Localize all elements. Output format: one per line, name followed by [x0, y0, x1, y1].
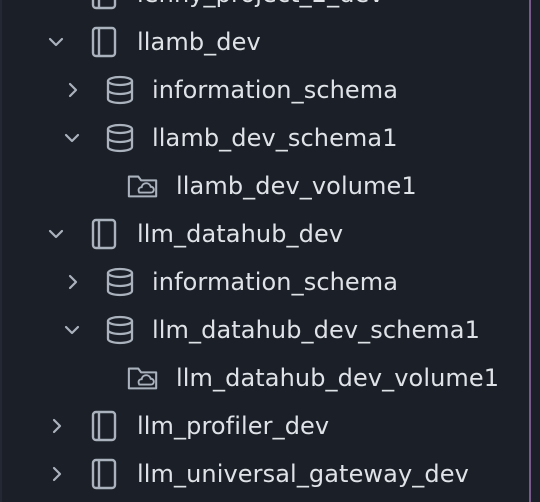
catalog-book-icon: [88, 458, 120, 490]
database-icon: [104, 74, 136, 106]
chevron-down-icon[interactable]: [46, 224, 66, 244]
catalog-book-icon: [88, 26, 120, 58]
tree-item-schema[interactable]: llamb_dev_schema1: [0, 114, 528, 162]
tree-item-schema[interactable]: information_schema: [0, 258, 528, 306]
catalog-book-icon: [88, 410, 120, 442]
catalog-book-icon: [88, 0, 120, 10]
tree-item-label: llm_datahub_dev: [137, 220, 344, 248]
chevron-right-icon[interactable]: [47, 416, 67, 436]
tree-item-label: llamb_dev_schema1: [152, 124, 398, 152]
tree-item-label: llamb_dev: [137, 28, 261, 56]
panel-right-border: [529, 0, 531, 502]
tree-item-label: information_schema: [152, 76, 399, 104]
chevron-down-icon[interactable]: [46, 32, 66, 52]
chevron-right-icon[interactable]: [63, 272, 83, 292]
tree-item-catalog[interactable]: llm_universal_gateway_dev: [0, 450, 528, 498]
tree-item-label: llamb_dev_volume1: [176, 172, 417, 200]
tree-item-label: llm_datahub_dev_schema1: [152, 316, 480, 344]
catalog-tree-panel: lenny_project_2_dev llamb_dev informatio…: [0, 0, 540, 502]
tree-item-label: llm_universal_gateway_dev: [137, 460, 469, 488]
tree-item-schema[interactable]: information_schema: [0, 66, 528, 114]
volume-folder-cloud-icon: [127, 362, 159, 394]
chevron-right-icon[interactable]: [63, 80, 83, 100]
tree-item-label: llm_profiler_dev: [137, 412, 330, 440]
volume-folder-cloud-icon: [127, 170, 159, 202]
chevron-down-icon[interactable]: [62, 128, 82, 148]
tree-item-label: lenny_project_2_dev: [137, 0, 384, 18]
database-icon: [104, 314, 136, 346]
catalog-book-icon: [88, 218, 120, 250]
chevron-down-icon[interactable]: [62, 320, 82, 340]
tree-item-catalog[interactable]: llm_datahub_dev: [0, 210, 528, 258]
tree-item-catalog[interactable]: llm_profiler_dev: [0, 402, 528, 450]
database-icon: [104, 122, 136, 154]
chevron-right-icon[interactable]: [47, 464, 67, 484]
tree-item-label: llm_datahub_dev_volume1: [176, 364, 500, 392]
tree-item-volume[interactable]: llamb_dev_volume1: [0, 162, 528, 210]
tree-item-catalog[interactable]: lenny_project_2_dev: [0, 0, 528, 18]
tree-item-label: information_schema: [152, 268, 399, 296]
database-icon: [104, 266, 136, 298]
tree-item-schema[interactable]: llm_datahub_dev_schema1: [0, 306, 528, 354]
tree-item-volume[interactable]: llm_datahub_dev_volume1: [0, 354, 528, 402]
tree-item-catalog[interactable]: llamb_dev: [0, 18, 528, 66]
